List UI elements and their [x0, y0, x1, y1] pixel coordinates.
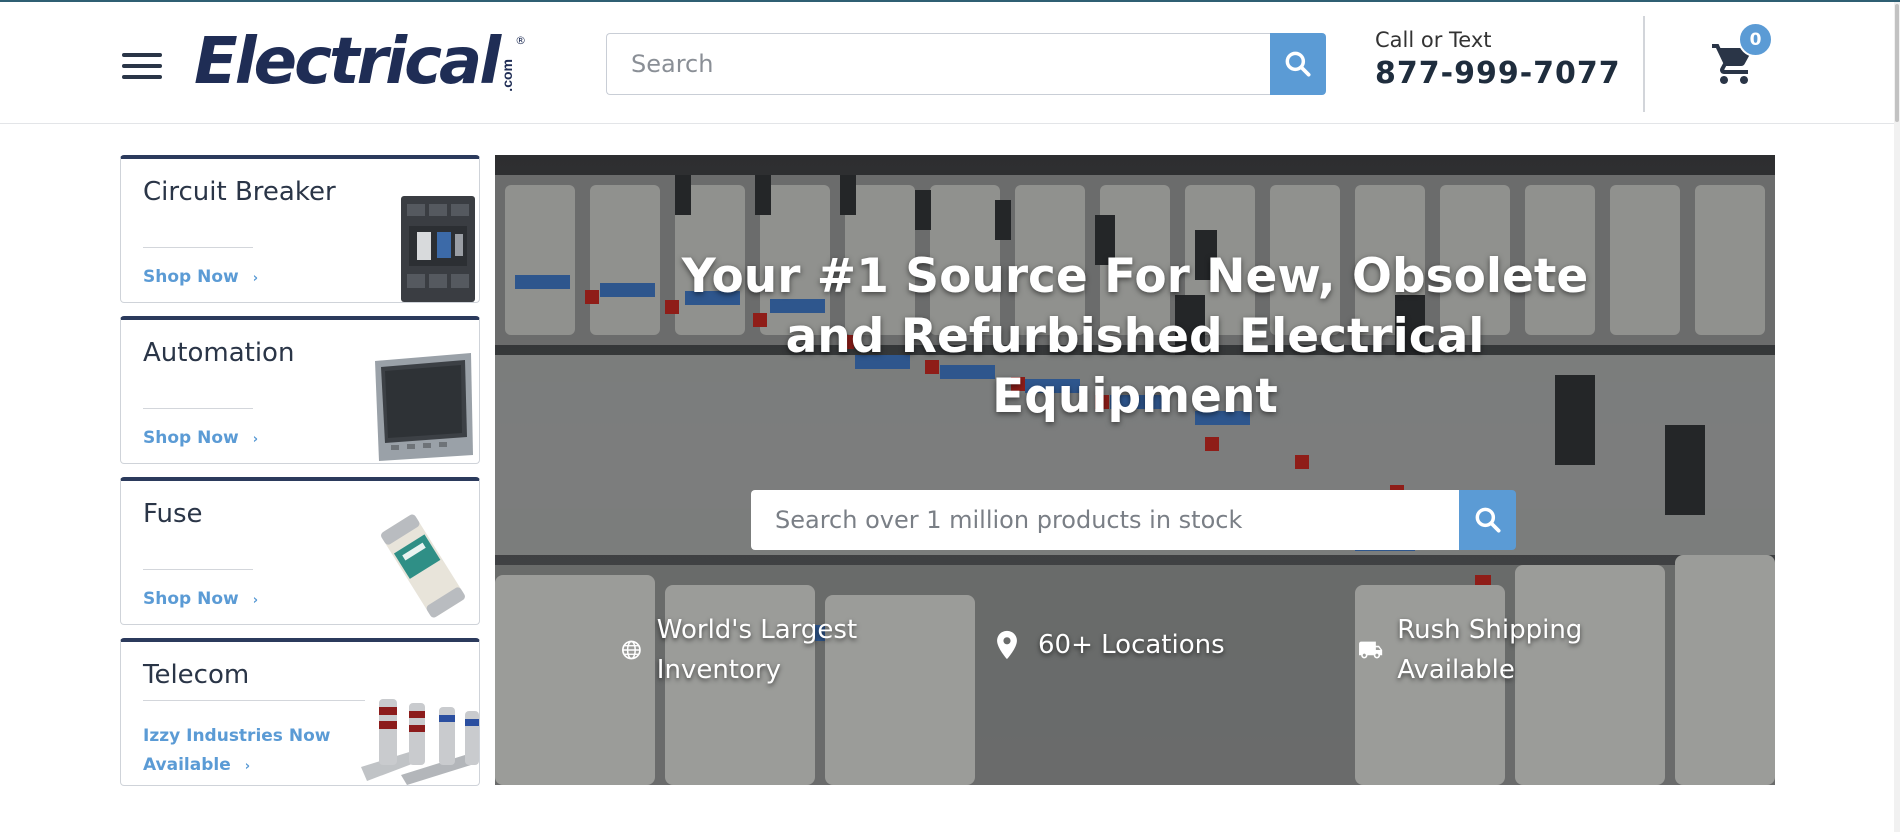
- category-shop-link[interactable]: Izzy Industries Now Available ›: [143, 722, 343, 781]
- hero-search-button[interactable]: [1459, 490, 1516, 550]
- telecom-lugs-image: [361, 699, 479, 785]
- contact-phone[interactable]: 877-999-7077: [1375, 54, 1621, 94]
- feature-locations: 60+ Locations: [990, 625, 1250, 665]
- category-divider: [143, 700, 365, 701]
- category-title: Circuit Breaker: [143, 177, 336, 207]
- feature-text: Rush Shipping Available: [1397, 615, 1583, 685]
- contact-label: Call or Text: [1375, 28, 1492, 52]
- category-shop-link[interactable]: Shop Now ›: [143, 267, 258, 287]
- fuse-image: [381, 514, 465, 618]
- category-list: Circuit Breaker Shop Now › Automation Sho…: [120, 155, 480, 799]
- cart-count-badge: 0: [1738, 22, 1773, 57]
- scrollbar-track[interactable]: [1894, 2, 1900, 832]
- hero-search: [751, 490, 1516, 550]
- search-icon: [1475, 507, 1501, 533]
- category-link-label: Izzy Industries Now Available: [143, 726, 331, 775]
- automation-hmi-image: [375, 353, 473, 461]
- logo-suffix: .com: [499, 59, 516, 92]
- search-icon: [1285, 51, 1311, 77]
- truck-icon: [1359, 641, 1383, 659]
- site-logo[interactable]: Electrical .com ®: [194, 25, 526, 99]
- site-header: Electrical .com ® Call or Text 877-999-7…: [0, 2, 1900, 124]
- category-divider: [143, 247, 253, 248]
- feature-text: World's Largest Inventory: [656, 615, 858, 685]
- feature-inventory: World's Largest Inventory: [620, 610, 880, 690]
- chevron-right-icon: ›: [252, 432, 259, 447]
- logo-wordmark: Electrical: [194, 25, 501, 99]
- contact-info: Call or Text 877-999-7077: [1375, 26, 1621, 94]
- hero-search-input[interactable]: [751, 490, 1459, 550]
- hero-banner: Your #1 Source For New, Obsolete and Ref…: [495, 155, 1775, 785]
- category-title: Fuse: [143, 499, 203, 529]
- menu-icon[interactable]: [122, 53, 164, 81]
- header-search: [606, 33, 1326, 95]
- feature-shipping: Rush Shipping Available: [1358, 610, 1628, 690]
- chevron-right-icon: ›: [244, 759, 251, 774]
- category-link-label: Shop Now: [143, 428, 239, 448]
- category-link-label: Shop Now: [143, 589, 239, 609]
- category-card-circuit-breaker[interactable]: Circuit Breaker Shop Now ›: [120, 155, 480, 303]
- header-search-input[interactable]: [606, 33, 1270, 95]
- category-shop-link[interactable]: Shop Now ›: [143, 428, 258, 448]
- registered-mark: ®: [515, 34, 527, 47]
- location-pin-icon: [997, 630, 1017, 660]
- chevron-right-icon: ›: [252, 271, 259, 286]
- category-divider: [143, 408, 253, 409]
- category-shop-link[interactable]: Shop Now ›: [143, 589, 258, 609]
- header-search-button[interactable]: [1270, 33, 1326, 95]
- feature-text: 60+ Locations: [1038, 630, 1225, 660]
- hero-headline: Your #1 Source For New, Obsolete and Ref…: [681, 249, 1589, 424]
- category-card-fuse[interactable]: Fuse Shop Now ›: [120, 477, 480, 625]
- category-card-telecom[interactable]: Telecom Izzy Industries Now Available ›: [120, 638, 480, 786]
- scrollbar-thumb[interactable]: [1895, 4, 1899, 122]
- globe-icon: [621, 640, 641, 660]
- circuit-breaker-image: [401, 196, 475, 302]
- category-divider: [143, 569, 253, 570]
- category-card-automation[interactable]: Automation Shop Now ›: [120, 316, 480, 464]
- category-title: Automation: [143, 338, 295, 368]
- header-divider: [1643, 16, 1645, 112]
- category-link-label: Shop Now: [143, 267, 239, 287]
- category-title: Telecom: [143, 660, 250, 690]
- chevron-right-icon: ›: [252, 593, 259, 608]
